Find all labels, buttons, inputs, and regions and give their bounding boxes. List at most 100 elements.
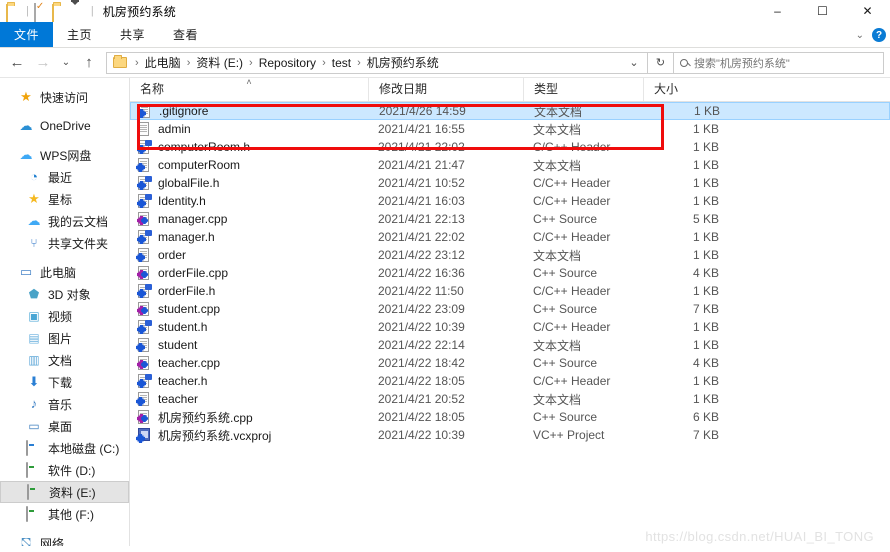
- table-row[interactable]: orderFile.cpp 2021/4/22 16:36 C++ Source 4 …: [130, 264, 890, 282]
- table-row[interactable]: 机房预约系统.cpp 2021/4/22 18:05 C++ Source 6 KB: [130, 408, 890, 426]
- address-right-controls: ↻ 搜索"机房预约系统": [648, 51, 884, 74]
- table-row[interactable]: admin 2021/4/21 16:55 文本文档 1 KB: [130, 120, 890, 138]
- table-row[interactable]: teacher.h 2021/4/22 18:05 C/C++ Header 1 KB: [130, 372, 890, 390]
- breadcrumb-item-test[interactable]: test: [330, 56, 353, 70]
- cell-file-type: 文本文档: [534, 104, 583, 119]
- cell-file-name: student.h: [130, 319, 368, 335]
- cpp-source-icon: [136, 409, 152, 425]
- tab-file[interactable]: 文件: [0, 22, 54, 47]
- cell-modified-date: 2021/4/22 11:50: [378, 284, 464, 298]
- sidebar-item[interactable]: ★ 星标: [0, 188, 129, 210]
- breadcrumb-item-repository[interactable]: Repository: [257, 56, 318, 70]
- breadcrumb[interactable]: › 此电脑 › 资料 (E:) › Repository › test › 机房…: [106, 51, 648, 74]
- cell-file-size: 7 KB: [692, 428, 719, 442]
- sidebar-item[interactable]: ♪ 音乐: [0, 393, 129, 415]
- address-bar: ← → ⌄ ↑ › 此电脑 › 资料 (E:) › Repository › t…: [0, 48, 890, 78]
- table-row[interactable]: student 2021/4/22 22:14 文本文档 1 KB: [130, 336, 890, 354]
- sidebar-item[interactable]: 软件 (D:): [0, 459, 129, 481]
- column-header-size[interactable]: 大小: [643, 78, 731, 101]
- onedrive-cloud-icon: ☁: [19, 118, 33, 133]
- sidebar-item[interactable]: ☁ 我的云文档: [0, 210, 129, 232]
- breadcrumb-dropdown-icon[interactable]: ⌄: [623, 52, 645, 74]
- sidebar-item[interactable]: ★ 快速访问: [0, 86, 129, 108]
- customize-dropdown-icon[interactable]: [70, 1, 87, 22]
- cell-file-name: teacher.h: [130, 373, 368, 389]
- cell-file-name: student.cpp: [130, 301, 368, 317]
- cell-file-type: C++ Source: [533, 302, 598, 316]
- recent-locations-icon[interactable]: ⌄: [56, 50, 76, 76]
- column-header-name[interactable]: ˄ 名称: [130, 78, 368, 101]
- column-header-type-label: 类型: [534, 82, 559, 96]
- cell-file-name: manager.cpp: [130, 211, 368, 227]
- table-row[interactable]: student.cpp 2021/4/22 23:09 C++ Source 7 KB: [130, 300, 890, 318]
- properties-icon[interactable]: [33, 3, 49, 22]
- forward-button[interactable]: →: [30, 50, 56, 76]
- table-row[interactable]: globalFile.h 2021/4/21 10:52 C/C++ Header 1…: [130, 174, 890, 192]
- cell-file-type: C/C++ Header: [533, 140, 611, 154]
- table-row[interactable]: 机房预约系统.vcxproj 2021/4/22 10:39 VC++ Projec…: [130, 426, 890, 444]
- table-row[interactable]: teacher 2021/4/21 20:52 文本文档 1 KB: [130, 390, 890, 408]
- wps-cloud-icon: ☁: [19, 147, 33, 162]
- table-row[interactable]: computerRoom.h 2021/4/21 22:02 C/C++ Heade…: [130, 138, 890, 156]
- cell-modified-date: 2021/4/22 16:36: [378, 266, 465, 280]
- sidebar-item[interactable]: ☁ OneDrive: [0, 115, 129, 137]
- table-row[interactable]: order 2021/4/22 23:12 文本文档 1 KB: [130, 246, 890, 264]
- table-row[interactable]: teacher.cpp 2021/4/22 18:42 C++ Source 4 KB: [130, 354, 890, 372]
- sidebar-item[interactable]: ▭ 桌面: [0, 415, 129, 437]
- cell-file-name: 机房预约系统.vcxproj: [130, 427, 368, 444]
- tab-home[interactable]: 主页: [53, 22, 106, 47]
- sidebar-item[interactable]: ▥ 文档: [0, 349, 129, 371]
- chevron-down-icon[interactable]: ⌄: [856, 30, 864, 41]
- sidebar-item[interactable]: ▭ 此电脑: [0, 261, 129, 283]
- sidebar-item[interactable]: ☁ WPS网盘: [0, 144, 129, 166]
- sidebar-item[interactable]: ▣ 视频: [0, 305, 129, 327]
- sidebar-item[interactable]: 资料 (E:): [0, 481, 129, 503]
- up-button[interactable]: ↑: [76, 50, 102, 76]
- column-header-type[interactable]: 类型: [523, 78, 643, 101]
- column-header-date[interactable]: 修改日期: [368, 78, 523, 101]
- table-row[interactable]: manager.h 2021/4/21 22:02 C/C++ Header 1 KB: [130, 228, 890, 246]
- cell-file-size: 1 KB: [692, 194, 719, 208]
- cpp-source-icon: [136, 355, 152, 371]
- breadcrumb-item-this-pc[interactable]: 此电脑: [143, 54, 183, 71]
- sidebar-item[interactable]: ⬇ 下载: [0, 371, 129, 393]
- cell-modified-date: 2021/4/21 21:47: [378, 158, 465, 172]
- desktop-icon: ▭: [28, 419, 40, 433]
- maximize-button[interactable]: ☐: [800, 0, 845, 22]
- help-icon[interactable]: ?: [872, 28, 886, 42]
- table-row[interactable]: .gitignore 2021/4/26 14:59 文本文档 1 KB: [130, 102, 890, 120]
- new-folder-icon[interactable]: [51, 3, 68, 23]
- sidebar-item[interactable]: 其他 (F:): [0, 503, 129, 525]
- text-file-icon: [136, 121, 152, 137]
- table-row[interactable]: computerRoom 2021/4/21 21:47 文本文档 1 KB: [130, 156, 890, 174]
- breadcrumb-item-drive-e[interactable]: 资料 (E:): [194, 54, 245, 71]
- cell-file-type: C/C++ Header: [533, 374, 611, 388]
- sidebar-item[interactable]: ⛞ 网络: [0, 532, 129, 546]
- cell-file-name: manager.h: [130, 229, 368, 245]
- cpp-header-icon: [136, 319, 152, 335]
- sidebar-item[interactable]: 本地磁盘 (C:): [0, 437, 129, 459]
- table-row[interactable]: student.h 2021/4/22 10:39 C/C++ Header 1 KB: [130, 318, 890, 336]
- file-name-label: teacher: [158, 392, 199, 406]
- navigation-pane[interactable]: ★ 快速访问 ☁ OneDrive ☁ WPS网盘 ◔ 最近 ★ 星标 ☁ 我的云文档 ⑂ 共享文件夹 ▭ 此…: [0, 78, 130, 546]
- tab-share[interactable]: 共享: [106, 22, 159, 47]
- sidebar-item[interactable]: ⑂ 共享文件夹: [0, 232, 129, 254]
- search-input[interactable]: 搜索"机房预约系统": [674, 51, 884, 74]
- sort-ascending-icon: ˄: [246, 78, 252, 87]
- sidebar-item-label: 最近: [48, 170, 73, 185]
- sidebar-item[interactable]: ⬟ 3D 对象: [0, 283, 129, 305]
- minimize-button[interactable]: –: [755, 0, 800, 22]
- sidebar-item[interactable]: ◔ 最近: [0, 166, 129, 188]
- sidebar-item[interactable]: ▤ 图片: [0, 327, 129, 349]
- tab-view[interactable]: 查看: [159, 22, 212, 47]
- close-button[interactable]: ✕: [845, 0, 890, 22]
- breadcrumb-item-current[interactable]: 机房预约系统: [365, 54, 441, 71]
- table-row[interactable]: manager.cpp 2021/4/21 22:13 C++ Source 5 KB: [130, 210, 890, 228]
- table-row[interactable]: orderFile.h 2021/4/22 11:50 C/C++ Header 1 …: [130, 282, 890, 300]
- refresh-button[interactable]: ↻: [648, 51, 674, 74]
- back-button[interactable]: ←: [4, 50, 30, 76]
- table-row[interactable]: Identity.h 2021/4/21 16:03 C/C++ Header 1 K…: [130, 192, 890, 210]
- cpp-header-icon: [136, 229, 152, 245]
- folder-icon[interactable]: [6, 3, 22, 23]
- file-list-pane[interactable]: ˄ 名称 修改日期 类型 大小 .gitignore 2021/4/26 14:5…: [130, 78, 890, 546]
